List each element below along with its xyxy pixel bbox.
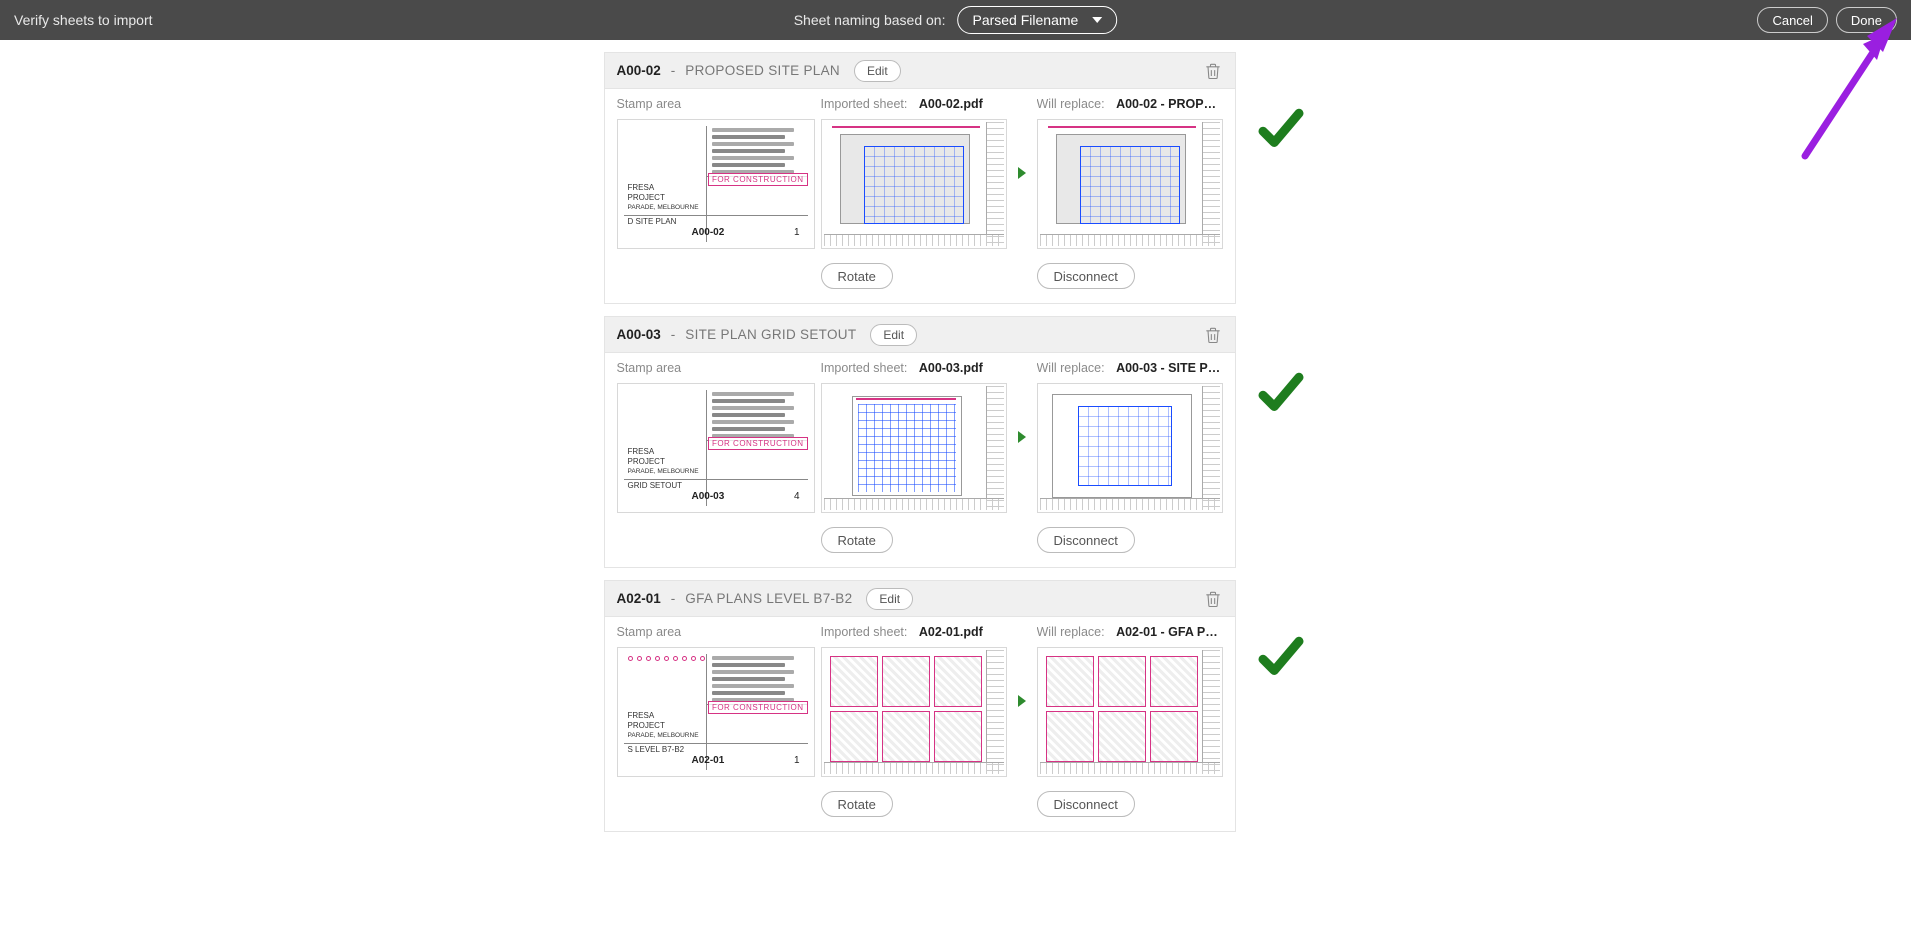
disconnect-button[interactable]: Disconnect <box>1037 527 1135 553</box>
sheet-id: A02-01 <box>617 591 661 606</box>
rotate-button[interactable]: Rotate <box>821 791 893 817</box>
chevron-down-icon <box>1092 17 1102 23</box>
card-header: A00-03 - SITE PLAN GRID SETOUT Edit <box>605 317 1235 353</box>
card-header: A00-02 - PROPOSED SITE PLAN Edit <box>605 53 1235 89</box>
stamp-thumbnail[interactable]: FOR CONSTRUCTION FRESAPROJECTPARADE, MEL… <box>617 383 815 513</box>
replace-target: A02-01 - GFA PLAN… <box>1116 625 1222 639</box>
sheet-row: A02-01 - GFA PLANS LEVEL B7-B2 Edit Stam… <box>604 580 1308 832</box>
sheet-title: GFA PLANS LEVEL B7-B2 <box>685 591 852 606</box>
imported-thumbnail[interactable] <box>821 647 1007 777</box>
sheet-id: A00-03 <box>617 327 661 342</box>
imported-file: A02-01.pdf <box>919 625 983 639</box>
delete-icon[interactable] <box>1203 60 1223 82</box>
sheet-card: A00-02 - PROPOSED SITE PLAN Edit Stamp a… <box>604 52 1236 304</box>
imported-column: Imported sheet: A00-03.pdf Rotate <box>821 359 1007 553</box>
delete-icon[interactable] <box>1203 588 1223 610</box>
replace-arrow-icon <box>1013 695 1031 707</box>
stamp-plan-label: S LEVEL B7-B2 <box>628 745 685 754</box>
stamp-label: Stamp area <box>617 359 815 377</box>
sheet-title: SITE PLAN GRID SETOUT <box>685 327 856 342</box>
replace-column: Will replace: A02-01 - GFA PLAN… <box>1037 623 1223 817</box>
stamp-number: 4 <box>794 491 800 502</box>
stamp-label: Stamp area <box>617 623 815 641</box>
cancel-button[interactable]: Cancel <box>1757 7 1827 33</box>
replace-thumbnail[interactable] <box>1037 119 1223 249</box>
stamp-thumbnail[interactable]: FOR CONSTRUCTION FRESAPROJECTPARADE, MEL… <box>617 647 815 777</box>
edit-button[interactable]: Edit <box>870 324 917 346</box>
rotate-button[interactable]: Rotate <box>821 527 893 553</box>
replace-thumbnail[interactable] <box>1037 383 1223 513</box>
construction-stamp: FOR CONSTRUCTION <box>708 437 808 450</box>
delete-icon[interactable] <box>1203 324 1223 346</box>
disconnect-button[interactable]: Disconnect <box>1037 791 1135 817</box>
edit-button[interactable]: Edit <box>854 60 901 82</box>
disconnect-button[interactable]: Disconnect <box>1037 263 1135 289</box>
imported-column: Imported sheet: A00-02.pdf Rotate <box>821 95 1007 289</box>
checkmark-icon <box>1254 630 1308 689</box>
naming-value: Parsed Filename <box>972 12 1078 28</box>
stamp-column: Stamp area <box>617 623 815 777</box>
naming-label: Sheet naming based on: <box>794 12 946 28</box>
imported-file: A00-02.pdf <box>919 97 983 111</box>
card-body: Stamp area FOR CONSTRUCTION FRESAPROJECT… <box>605 89 1235 303</box>
stamp-sheet-id: A02-01 <box>692 755 725 766</box>
replace-column: Will replace: A00-03 - SITE PLA… Disconn… <box>1037 359 1223 553</box>
separator: - <box>671 591 676 606</box>
sheet-card: A02-01 - GFA PLANS LEVEL B7-B2 Edit Stam… <box>604 580 1236 832</box>
imported-label: Imported sheet: <box>821 625 908 639</box>
card-body: Stamp area FOR CONSTRUCTION FRESAPROJECT… <box>605 353 1235 567</box>
sheet-list: A00-02 - PROPOSED SITE PLAN Edit Stamp a… <box>0 40 1911 832</box>
replace-label: Will replace: <box>1037 625 1105 639</box>
separator: - <box>671 327 676 342</box>
replace-column: Will replace: A00-02 - PROPOSE… Disconne… <box>1037 95 1223 289</box>
checkmark-icon <box>1254 366 1308 425</box>
replace-label: Will replace: <box>1037 361 1105 375</box>
imported-label: Imported sheet: <box>821 361 908 375</box>
naming-dropdown[interactable]: Parsed Filename <box>957 6 1117 34</box>
sheet-title: PROPOSED SITE PLAN <box>685 63 840 78</box>
replace-label: Will replace: <box>1037 97 1105 111</box>
separator: - <box>671 63 676 78</box>
stamp-column: Stamp area FOR CONSTRUCTION FRESAPROJECT… <box>617 95 815 249</box>
rotate-button[interactable]: Rotate <box>821 263 893 289</box>
construction-stamp: FOR CONSTRUCTION <box>708 701 808 714</box>
replace-arrow-icon <box>1013 167 1031 179</box>
done-button[interactable]: Done <box>1836 7 1897 33</box>
stamp-plan-label: GRID SETOUT <box>628 481 683 490</box>
imported-thumbnail[interactable] <box>821 383 1007 513</box>
replace-arrow-icon <box>1013 431 1031 443</box>
stamp-label: Stamp area <box>617 95 815 113</box>
stamp-plan-label: D SITE PLAN <box>628 217 677 226</box>
topbar-right: Cancel Done <box>1757 7 1897 33</box>
stamp-column: Stamp area FOR CONSTRUCTION FRESAPROJECT… <box>617 359 815 513</box>
sheet-id: A00-02 <box>617 63 661 78</box>
topbar: Verify sheets to import Sheet naming bas… <box>0 0 1911 40</box>
card-header: A02-01 - GFA PLANS LEVEL B7-B2 Edit <box>605 581 1235 617</box>
construction-stamp: FOR CONSTRUCTION <box>708 173 808 186</box>
replace-target: A00-03 - SITE PLA… <box>1116 361 1222 375</box>
replace-target: A00-02 - PROPOSE… <box>1116 97 1222 111</box>
imported-file: A00-03.pdf <box>919 361 983 375</box>
imported-label: Imported sheet: <box>821 97 908 111</box>
card-body: Stamp area <box>605 617 1235 831</box>
stamp-sheet-id: A00-02 <box>692 227 725 238</box>
imported-column: Imported sheet: A02-01.pdf <box>821 623 1007 817</box>
replace-thumbnail[interactable] <box>1037 647 1223 777</box>
stamp-number: 1 <box>794 227 800 238</box>
stamp-number: 1 <box>794 755 800 766</box>
sheet-row: A00-02 - PROPOSED SITE PLAN Edit Stamp a… <box>604 52 1308 304</box>
sheet-row: A00-03 - SITE PLAN GRID SETOUT Edit Stam… <box>604 316 1308 568</box>
imported-thumbnail[interactable] <box>821 119 1007 249</box>
sheet-card: A00-03 - SITE PLAN GRID SETOUT Edit Stam… <box>604 316 1236 568</box>
page-title: Verify sheets to import <box>14 12 153 28</box>
stamp-thumbnail[interactable]: FOR CONSTRUCTION FRESAPROJECTPARADE, MEL… <box>617 119 815 249</box>
stamp-sheet-id: A00-03 <box>692 491 725 502</box>
topbar-center: Sheet naming based on: Parsed Filename <box>794 6 1118 34</box>
checkmark-icon <box>1254 102 1308 161</box>
edit-button[interactable]: Edit <box>866 588 913 610</box>
